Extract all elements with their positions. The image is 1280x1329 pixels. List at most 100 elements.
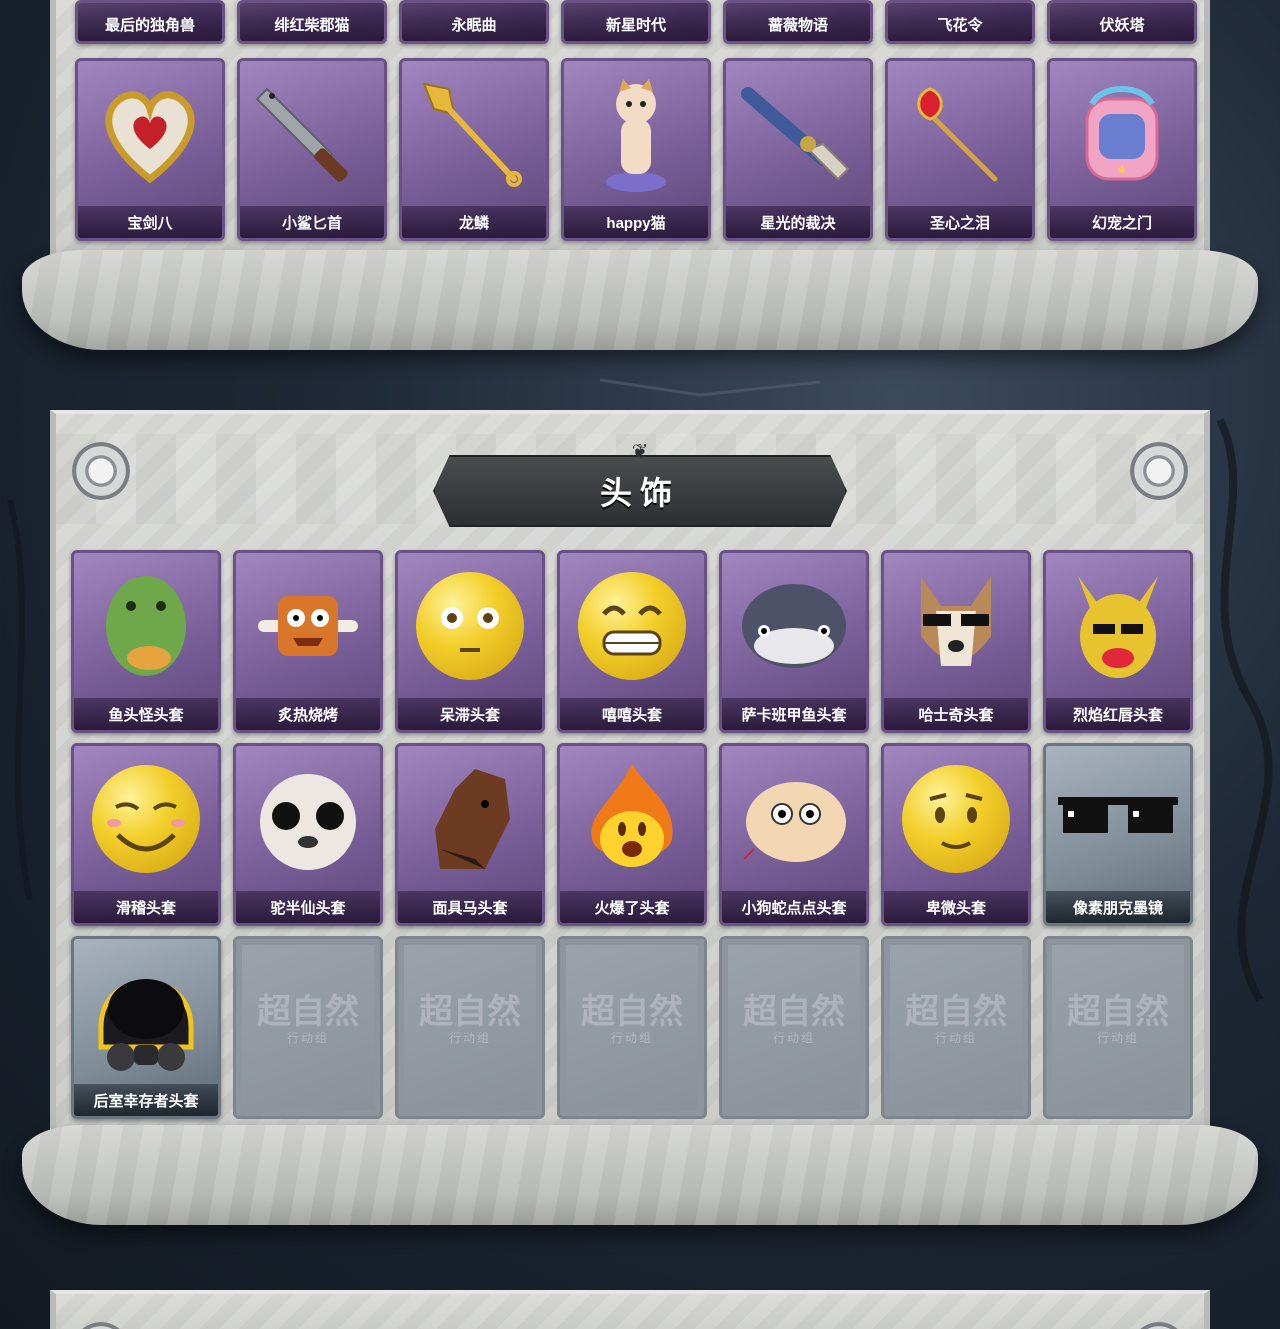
item-card[interactable]: 鱼头怪头套 [71,550,221,733]
next-section-panel [50,1290,1210,1329]
item-card[interactable]: 最后的独角兽 [75,0,225,44]
pet-device-icon: ★ [1050,61,1194,206]
empty-item-slot[interactable]: 超自然 行动组 [395,936,545,1119]
placeholder-logo: 超自然 [581,991,683,1032]
item-label: 火爆了头套 [560,891,704,923]
item-label: 蔷薇物语 [726,3,870,41]
placeholder-sub: 行动组 [610,1031,653,1045]
sacabambaspis-icon [722,553,866,698]
item-grid-row-2: 宝剑八 小鲨匕首 龙鳞 happy猫 星光的裁决 圣心之泪 ★ 幻宠之门 [75,58,1197,241]
item-label: 后室幸存者头套 [74,1084,218,1116]
empty-slot-icon: 超自然 [884,939,1028,1084]
snake-dog-icon [722,746,866,891]
placeholder-logo: 超自然 [905,991,1007,1032]
empty-item-slot[interactable]: 超自然 行动组 [881,936,1031,1119]
empty-item-slot[interactable]: 超自然 行动组 [1043,936,1193,1119]
item-card[interactable]: 飞花令 [885,0,1035,44]
item-card[interactable]: 蔷薇物语 [723,0,873,44]
item-label: 永眠曲 [402,3,546,41]
item-card[interactable]: 炙热烧烤 [233,550,383,733]
item-card[interactable]: 烈焰红唇头套 [1043,550,1193,733]
placeholder-sub: 行动组 [286,1031,329,1045]
item-card[interactable]: 小鲨匕首 [237,58,387,241]
ruby-scepter-icon [888,61,1032,206]
yellow-mouse-icon [1046,553,1190,698]
item-label: 幻宠之门 [1050,206,1194,238]
empty-item-slot[interactable]: 超自然 行动组 [719,936,869,1119]
item-card[interactable]: ★ 幻宠之门 [1047,58,1197,241]
item-card[interactable]: 圣心之泪 [885,58,1035,241]
scroll-roll-bottom-headwear-panel [22,1125,1258,1225]
item-label: 像素朋克墨镜 [1046,891,1190,923]
item-label: 最后的独角兽 [78,3,222,41]
item-card[interactable]: 萨卡班甲鱼头套 [719,550,869,733]
item-card[interactable]: 宝剑八 [75,58,225,241]
item-label: 鱼头怪头套 [74,698,218,730]
corner-knob-right-icon [1130,442,1188,500]
humble-face-icon [884,746,1028,891]
item-label: 炙热烧烤 [236,698,380,730]
item-label: 圣心之泪 [888,206,1032,238]
gas-mask-helmet-icon [74,939,218,1084]
item-label: 滑稽头套 [74,891,218,923]
item-label: 星光的裁决 [726,206,870,238]
horse-mask-icon [398,746,542,891]
alpaca-sunglasses-icon [236,746,380,891]
headwear-grid-row-2: 滑稽头套 驼半仙头套 面具马头套 火爆了头套 小狗蛇点点头套 卑微头套 像素朋克… [71,743,1193,926]
item-card[interactable]: 后室幸存者头套 [71,936,221,1119]
empty-slot-icon: 超自然 [236,939,380,1084]
empty-item-slot[interactable]: 超自然 行动组 [557,936,707,1119]
item-grid-row-1: 最后的独角兽 绯红柴郡猫 永眠曲 新星时代 蔷薇物语 飞花令 伏妖塔 [75,0,1197,44]
grin-face-icon [560,553,704,698]
placeholder-logo: 超自然 [1067,991,1169,1032]
item-label: 宝剑八 [78,206,222,238]
item-card[interactable]: 像素朋克墨镜 [1043,743,1193,926]
item-label: 小鲨匕首 [240,206,384,238]
cat-figure-icon [564,61,708,206]
empty-slot-icon: 超自然 [722,939,866,1084]
placeholder-sub: 行动组 [772,1031,815,1045]
item-card[interactable]: 绯红柴郡猫 [237,0,387,44]
funny-face-icon [74,746,218,891]
starlight-pistol-icon [726,61,870,206]
item-label: 飞花令 [888,3,1032,41]
placeholder-sub: 行动组 [934,1031,977,1045]
corner-knob-left-icon [72,1322,130,1329]
item-card[interactable]: 驼半仙头套 [233,743,383,926]
golden-shovel-icon [402,61,546,206]
item-card[interactable]: 星光的裁决 [723,58,873,241]
item-card[interactable]: 新星时代 [561,0,711,44]
empty-item-slot[interactable]: 超自然 行动组 [233,936,383,1119]
item-label: 伏妖塔 [1050,3,1194,41]
item-card[interactable]: 嘻嘻头套 [557,550,707,733]
item-label: 驼半仙头套 [236,891,380,923]
placeholder-logo: 超自然 [257,991,359,1032]
item-card[interactable]: 呆滞头套 [395,550,545,733]
shark-dagger-icon [240,61,384,206]
item-card[interactable]: happy猫 [561,58,711,241]
item-card[interactable]: 哈士奇头套 [881,550,1031,733]
item-label: 龙鳞 [402,206,546,238]
empty-slot-icon: 超自然 [1046,939,1190,1084]
item-card[interactable]: 面具马头套 [395,743,545,926]
item-card[interactable]: 滑稽头套 [71,743,221,926]
placeholder-sub: 行动组 [1096,1031,1139,1045]
fish-head-icon [74,553,218,698]
item-card[interactable]: 小狗蛇点点头套 [719,743,869,926]
pixel-sunglasses-icon [1046,746,1190,891]
item-card[interactable]: 永眠曲 [399,0,549,44]
item-label: 萨卡班甲鱼头套 [722,698,866,730]
empty-slot-icon: 超自然 [560,939,704,1084]
item-label: 小狗蛇点点头套 [722,891,866,923]
item-label: 嘻嘻头套 [560,698,704,730]
bbq-meat-icon [236,553,380,698]
item-label: 烈焰红唇头套 [1046,698,1190,730]
empty-slot-icon: 超自然 [398,939,542,1084]
placeholder-logo: 超自然 [743,991,845,1032]
item-card[interactable]: 龙鳞 [399,58,549,241]
item-card[interactable]: 火爆了头套 [557,743,707,926]
husky-sunglasses-icon [884,553,1028,698]
item-card[interactable]: 伏妖塔 [1047,0,1197,44]
item-card[interactable]: 卑微头套 [881,743,1031,926]
svg-text:★: ★ [1117,163,1128,177]
